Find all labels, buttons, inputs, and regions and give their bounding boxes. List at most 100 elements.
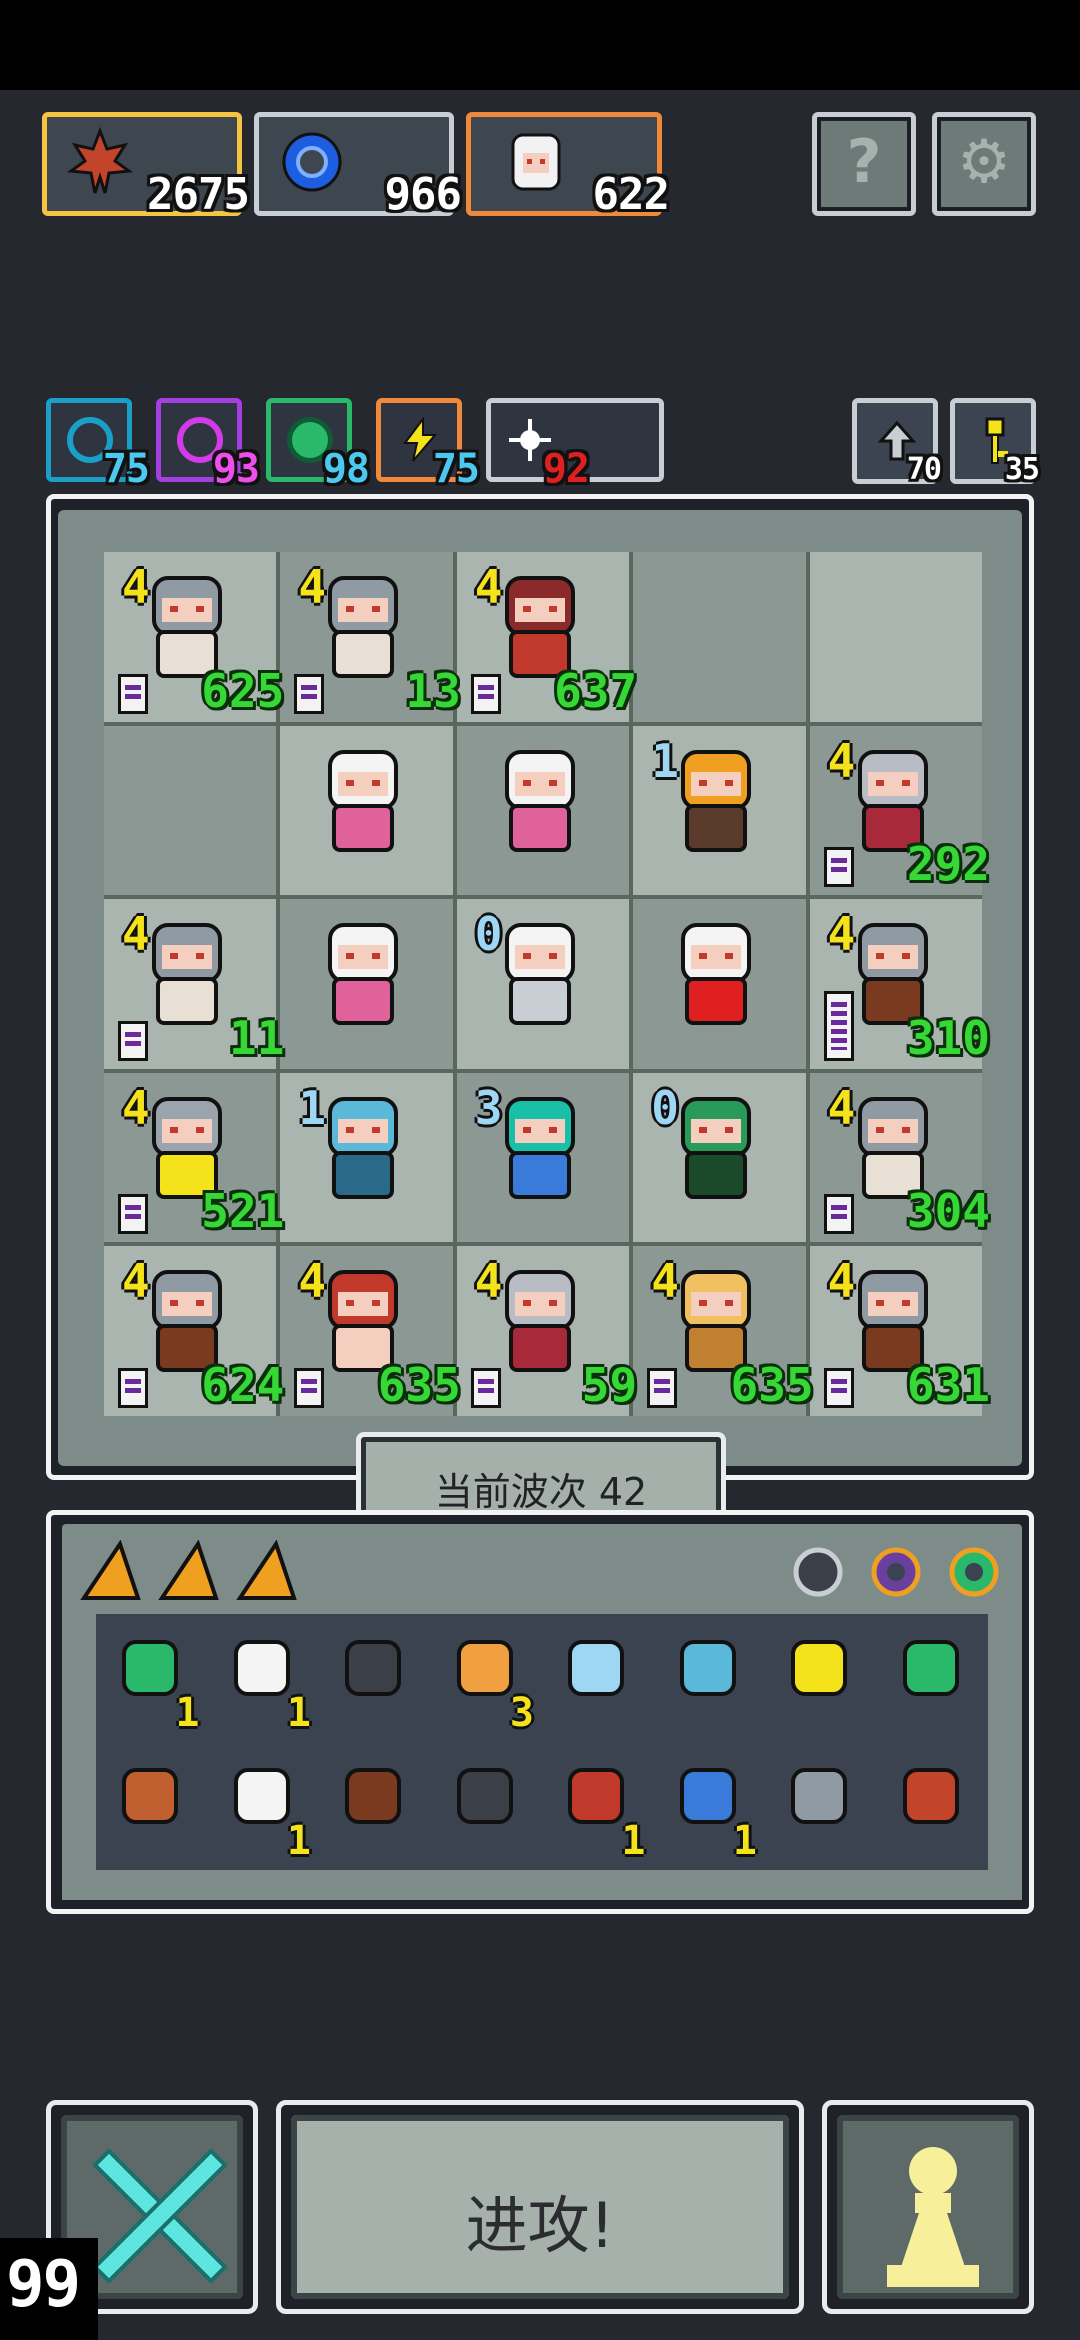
- green-shield-icon: [122, 1640, 178, 1696]
- inventory-item[interactable]: [654, 1614, 766, 1742]
- inventory-item[interactable]: [877, 1742, 989, 1870]
- blue-gear-icon: [282, 132, 342, 192]
- resource-gear[interactable]: 966: [254, 112, 462, 217]
- attack-label: 进攻!: [465, 2189, 615, 2262]
- game-speed[interactable]: 99: [0, 2238, 98, 2340]
- inventory-item[interactable]: 1: [542, 1742, 654, 1870]
- board-cell[interactable]: 0: [456, 899, 630, 1069]
- element-light[interactable]: 92: [486, 398, 664, 489]
- board-cell[interactable]: 0: [633, 1072, 806, 1243]
- unit-hp: 635: [730, 1358, 814, 1412]
- inventory-item[interactable]: [877, 1614, 989, 1742]
- element-nature[interactable]: 98: [266, 398, 370, 489]
- board-cell[interactable]: [633, 899, 806, 1069]
- unit-level: 4: [122, 1080, 150, 1135]
- unit-level: 4: [827, 907, 856, 962]
- board-cell[interactable]: [104, 725, 277, 896]
- unit-level: 4: [298, 1254, 327, 1309]
- maple-leaf-icon: [66, 127, 134, 194]
- amethyst-ring-icon[interactable]: [868, 1538, 924, 1600]
- unit-level: 4: [122, 907, 150, 962]
- inventory-item[interactable]: 1: [654, 1742, 766, 1870]
- white-haired-girl-icon: [328, 923, 399, 1026]
- inventory-item[interactable]: [319, 1742, 431, 1870]
- stone-disc-icon: [791, 1768, 847, 1824]
- attack-button[interactable]: 进攻!: [276, 2100, 804, 2314]
- wave-label: 当前波次 42: [434, 1470, 648, 1514]
- rank-badge: [823, 1194, 854, 1235]
- key-count: 35: [1004, 452, 1040, 487]
- board-cell[interactable]: 4 637: [456, 552, 637, 722]
- board-cell[interactable]: 1: [633, 725, 806, 896]
- inventory-item[interactable]: 1: [208, 1742, 320, 1870]
- inventory-item[interactable]: [431, 1742, 543, 1870]
- inventory-item[interactable]: [542, 1614, 654, 1742]
- board-cell[interactable]: 4 13: [280, 552, 461, 722]
- resource-hero[interactable]: 622: [466, 112, 670, 217]
- water-drop-icon: [679, 1768, 736, 1824]
- element-water[interactable]: 75: [46, 398, 150, 489]
- resource-leaf[interactable]: 2675: [42, 112, 250, 217]
- board-cell[interactable]: 4 11: [104, 899, 284, 1069]
- green-potion-icon: [791, 1640, 847, 1696]
- rank-badge: [118, 1368, 148, 1408]
- board-cell[interactable]: 4 310: [809, 899, 990, 1069]
- board-cell[interactable]: 4 631: [809, 1246, 990, 1416]
- gear-icon: ⚙: [957, 127, 1011, 197]
- board-cell[interactable]: 4 635: [633, 1246, 814, 1416]
- inventory-item[interactable]: [96, 1742, 208, 1870]
- board-cell[interactable]: [633, 552, 806, 722]
- nature-count: 98: [322, 446, 370, 492]
- key-button[interactable]: 35: [950, 398, 1040, 487]
- unit-hp: 625: [201, 663, 285, 718]
- unit-level: 1: [651, 733, 679, 788]
- unit-level: 1: [298, 1080, 327, 1135]
- board-cell[interactable]: [280, 725, 453, 896]
- board-cell[interactable]: 1: [280, 1072, 453, 1243]
- rank-badge: [294, 1368, 325, 1408]
- item-count: 1: [286, 1818, 311, 1864]
- inventory-item[interactable]: [765, 1614, 877, 1742]
- item-count: 3: [509, 1690, 534, 1736]
- camera-box-icon: [456, 1768, 513, 1824]
- board-cell[interactable]: [280, 899, 453, 1069]
- unit-level: 4: [827, 1080, 856, 1135]
- board-cell[interactable]: 4 625: [104, 552, 284, 722]
- element-lightning[interactable]: 75: [376, 398, 480, 489]
- speed-value: 99: [6, 2248, 81, 2322]
- item-count: 1: [286, 1690, 311, 1736]
- iron-crate-icon: [345, 1640, 401, 1696]
- cheese-icon[interactable]: [158, 1540, 220, 1602]
- inventory-item[interactable]: [319, 1614, 431, 1742]
- board-cell[interactable]: [456, 725, 630, 896]
- gear-count: 966: [384, 169, 462, 220]
- board-cell[interactable]: 4 624: [104, 1246, 284, 1416]
- dark-ring-icon[interactable]: [790, 1538, 846, 1600]
- board-cell[interactable]: 4 292: [809, 725, 990, 896]
- settings-button[interactable]: ⚙: [932, 112, 1036, 216]
- cheese-icon[interactable]: [80, 1540, 142, 1602]
- inventory-item[interactable]: [765, 1742, 877, 1870]
- rank-badge: [647, 1368, 678, 1408]
- unit-hp: 624: [201, 1358, 285, 1412]
- inventory-item[interactable]: 3: [431, 1614, 543, 1742]
- unit-level: 4: [827, 733, 856, 788]
- emerald-ring-icon[interactable]: [946, 1538, 1002, 1600]
- board-cell[interactable]: 4 304: [809, 1072, 990, 1243]
- board-cell[interactable]: 4 521: [104, 1072, 284, 1243]
- inventory-grid: 1 1 3 1 1 1: [96, 1614, 988, 1870]
- hero-button[interactable]: [822, 2100, 1034, 2314]
- board-cell[interactable]: 3: [456, 1072, 630, 1243]
- recycle-button[interactable]: 70: [852, 398, 942, 485]
- inventory-item[interactable]: 1: [208, 1614, 320, 1742]
- cheese-icon[interactable]: [236, 1540, 298, 1602]
- inventory-item[interactable]: 1: [96, 1614, 208, 1742]
- board-cell[interactable]: [809, 552, 982, 722]
- element-arcane[interactable]: 93: [156, 398, 260, 489]
- help-button[interactable]: ?: [812, 112, 916, 216]
- rank-badge: [823, 1368, 854, 1408]
- unit-level: 4: [827, 1254, 856, 1309]
- board-cell[interactable]: 4 635: [280, 1246, 461, 1416]
- board-cell[interactable]: 4 59: [456, 1246, 637, 1416]
- unit-hp: 304: [906, 1184, 990, 1239]
